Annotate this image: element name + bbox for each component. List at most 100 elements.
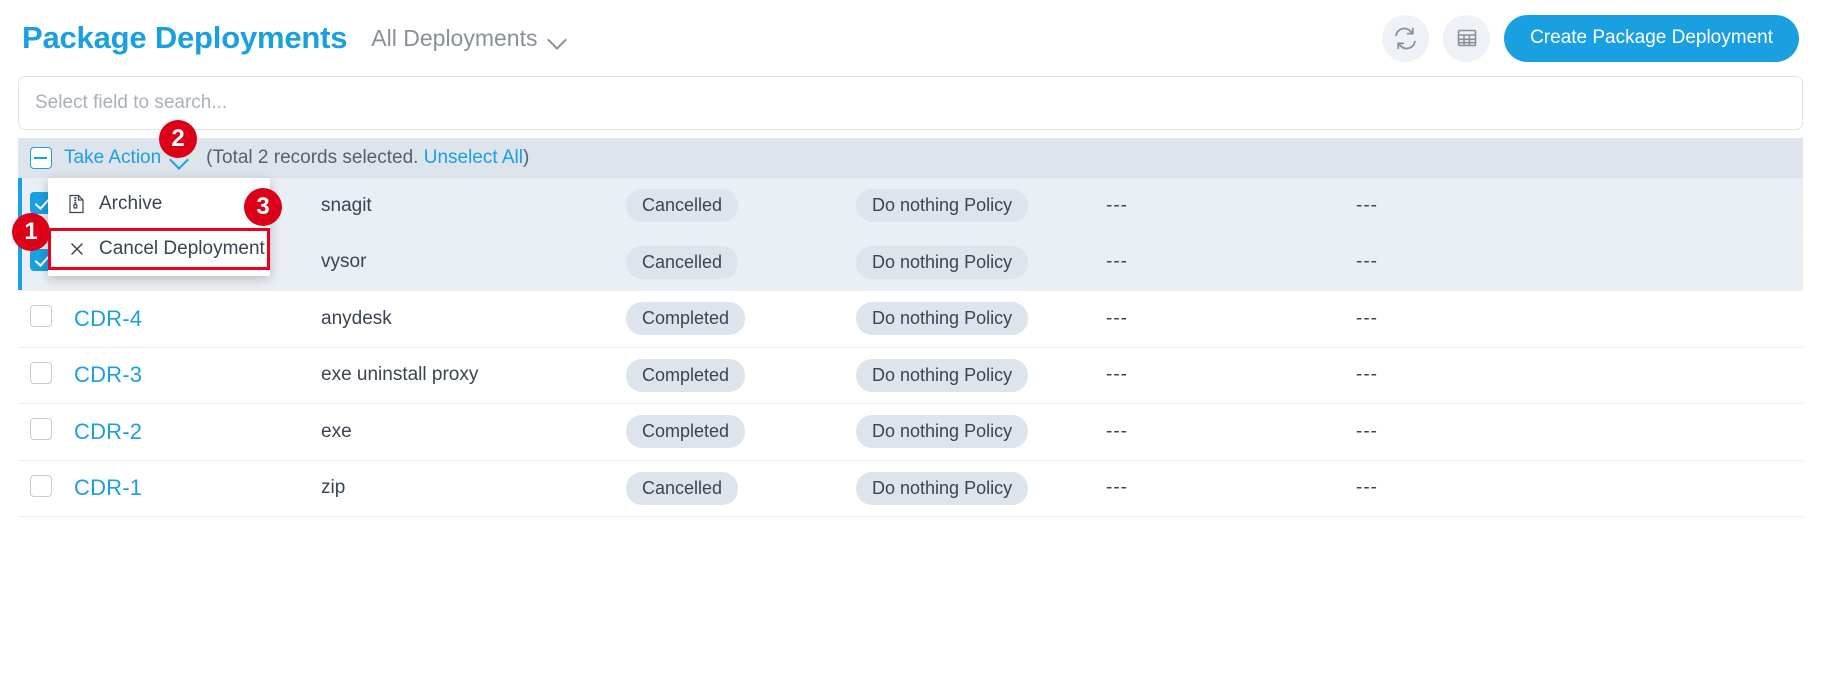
take-action-menu: Archive Cancel Deployment bbox=[48, 178, 270, 276]
table-row[interactable]: CDR-6snagitCancelledDo nothing Policy---… bbox=[18, 178, 1803, 235]
cell-status: Completed bbox=[626, 358, 856, 392]
row-checkbox-cell bbox=[18, 418, 74, 445]
cell-col7: --- bbox=[1356, 364, 1803, 386]
grid-table-icon bbox=[1455, 26, 1479, 50]
empty-value: --- bbox=[1106, 251, 1128, 273]
table-row[interactable]: CDR-4 anydesk Completed Do nothing Policy --… bbox=[18, 291, 1803, 348]
empty-value: --- bbox=[1106, 364, 1128, 386]
deployment-id-link[interactable]: CDR-1 bbox=[74, 475, 142, 500]
empty-value: --- bbox=[1356, 307, 1378, 329]
cell-status: Cancelled bbox=[626, 245, 856, 279]
cell-policy: Do nothing Policy bbox=[856, 245, 1106, 279]
view-selector-label: All Deployments bbox=[371, 24, 538, 51]
deployment-id-link[interactable]: CDR-3 bbox=[74, 362, 142, 387]
package-name: snagit bbox=[321, 194, 372, 216]
cell-col7: --- bbox=[1356, 477, 1803, 499]
empty-value: --- bbox=[1106, 307, 1128, 329]
cell-status: Cancelled bbox=[626, 189, 856, 223]
search-bar bbox=[18, 76, 1803, 130]
policy-badge: Do nothing Policy bbox=[856, 302, 1029, 336]
cell-policy: Do nothing Policy bbox=[856, 358, 1106, 392]
table-view-button[interactable] bbox=[1443, 14, 1491, 62]
cell-col6: --- bbox=[1106, 251, 1356, 273]
empty-value: --- bbox=[1356, 420, 1378, 442]
cell-policy: Do nothing Policy bbox=[856, 302, 1106, 336]
cell-policy: Do nothing Policy bbox=[856, 415, 1106, 449]
cell-policy: Do nothing Policy bbox=[856, 471, 1106, 505]
cell-col7: --- bbox=[1356, 308, 1803, 330]
row-checkbox[interactable] bbox=[30, 418, 52, 441]
selection-prefix: (Total 2 records selected. bbox=[206, 147, 424, 168]
cell-status: Cancelled bbox=[626, 471, 856, 505]
cell-col6: --- bbox=[1106, 477, 1356, 499]
page-header: Package Deployments All Deployments Crea… bbox=[0, 0, 1821, 76]
cell-col7: --- bbox=[1356, 195, 1803, 217]
selection-toolbar: Take Action (Total 2 records selected. U… bbox=[18, 138, 1803, 178]
row-checkbox-cell bbox=[18, 305, 74, 332]
row-checkbox[interactable] bbox=[30, 305, 52, 328]
policy-badge: Do nothing Policy bbox=[856, 415, 1029, 449]
cell-package: exe bbox=[321, 421, 626, 443]
status-badge: Cancelled bbox=[626, 471, 739, 505]
package-deployments-page: Package Deployments All Deployments Crea… bbox=[0, 0, 1821, 698]
cell-package: exe uninstall proxy bbox=[321, 364, 626, 386]
view-selector[interactable]: All Deployments bbox=[371, 25, 567, 52]
refresh-button[interactable] bbox=[1382, 14, 1430, 62]
empty-value: --- bbox=[1106, 420, 1128, 442]
page-title: Package Deployments bbox=[22, 20, 348, 55]
cell-id: CDR-4 bbox=[74, 306, 321, 332]
zip-file-icon bbox=[67, 194, 86, 214]
cell-id: CDR-1 bbox=[74, 475, 321, 501]
menu-item-cancel-deployment-label: Cancel Deployment bbox=[99, 238, 265, 259]
empty-value: --- bbox=[1106, 194, 1128, 216]
header-actions: Create Package Deployment bbox=[1382, 14, 1799, 62]
status-badge: Cancelled bbox=[626, 245, 739, 279]
deployment-id-link[interactable]: CDR-4 bbox=[74, 306, 142, 331]
row-checkbox[interactable] bbox=[30, 474, 52, 497]
cell-col7: --- bbox=[1356, 421, 1803, 443]
policy-badge: Do nothing Policy bbox=[856, 471, 1029, 505]
cell-id: CDR-2 bbox=[74, 419, 321, 445]
refresh-icon bbox=[1393, 26, 1418, 51]
package-name: vysor bbox=[321, 251, 367, 273]
policy-badge: Do nothing Policy bbox=[856, 358, 1029, 392]
chevron-down-icon bbox=[548, 33, 567, 44]
create-package-deployment-button[interactable]: Create Package Deployment bbox=[1504, 14, 1799, 62]
status-badge: Completed bbox=[626, 302, 746, 336]
table-row[interactable]: CDR-5vysorCancelledDo nothing Policy----… bbox=[18, 234, 1803, 291]
select-all-checkbox[interactable] bbox=[30, 147, 52, 169]
cell-id: CDR-3 bbox=[74, 362, 321, 388]
cell-package: zip bbox=[321, 477, 626, 499]
cell-col6: --- bbox=[1106, 308, 1356, 330]
unselect-all-link[interactable]: Unselect All bbox=[424, 147, 523, 168]
table-row[interactable]: CDR-3 exe uninstall proxy Completed Do noth… bbox=[18, 347, 1803, 404]
cell-status: Completed bbox=[626, 415, 856, 449]
package-name: exe bbox=[321, 420, 352, 442]
table-row[interactable]: CDR-1 zip Cancelled Do nothing Policy --- --- bbox=[18, 460, 1803, 517]
deployment-id-link[interactable]: CDR-2 bbox=[74, 419, 142, 444]
search-input[interactable] bbox=[18, 76, 1803, 130]
cell-status: Completed bbox=[626, 302, 856, 336]
menu-item-archive[interactable]: Archive bbox=[48, 184, 270, 224]
menu-item-cancel-deployment[interactable]: Cancel Deployment bbox=[48, 228, 270, 270]
cell-package: vysor bbox=[321, 251, 626, 273]
annotation-badge-3: 3 bbox=[244, 188, 282, 226]
policy-badge: Do nothing Policy bbox=[856, 245, 1029, 279]
cell-col6: --- bbox=[1106, 421, 1356, 443]
package-name: exe uninstall proxy bbox=[321, 364, 479, 386]
table-row[interactable]: CDR-2 exe Completed Do nothing Policy --- --- bbox=[18, 404, 1803, 461]
row-checkbox[interactable] bbox=[30, 361, 52, 384]
selection-info: (Total 2 records selected. Unselect All) bbox=[206, 147, 529, 169]
selection-suffix: ) bbox=[523, 147, 530, 168]
status-badge: Completed bbox=[626, 358, 746, 392]
empty-value: --- bbox=[1356, 251, 1378, 273]
status-badge: Completed bbox=[626, 415, 746, 449]
menu-item-archive-label: Archive bbox=[99, 193, 163, 214]
empty-value: --- bbox=[1106, 477, 1128, 499]
cell-package: snagit bbox=[321, 195, 626, 217]
empty-value: --- bbox=[1356, 477, 1378, 499]
empty-value: --- bbox=[1356, 364, 1378, 386]
cell-col6: --- bbox=[1106, 195, 1356, 217]
annotation-badge-1: 1 bbox=[12, 213, 50, 251]
cell-col7: --- bbox=[1356, 251, 1803, 273]
